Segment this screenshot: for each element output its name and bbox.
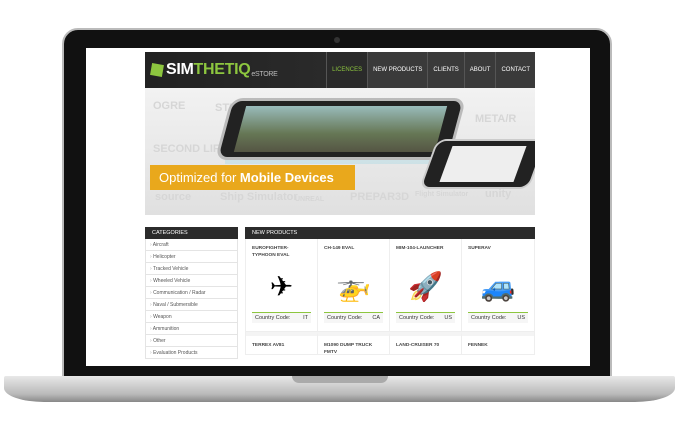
category-wheeled-vehicle[interactable]: Wheeled Vehicle xyxy=(145,275,238,287)
country-value: US xyxy=(444,315,452,321)
logo-sim: SIM xyxy=(166,61,194,78)
category-helicopter[interactable]: Helicopter xyxy=(145,251,238,263)
logo[interactable]: SIM THETIQ eSTORE xyxy=(145,52,326,88)
country-value: US xyxy=(517,315,525,321)
headline-bold: Mobile Devices xyxy=(239,170,334,185)
product-image: 🚁 xyxy=(336,270,371,302)
product-card[interactable]: M1090 DUMP TRUCK FMTV xyxy=(318,332,390,355)
product-card[interactable]: SUPERAV 🚙 Country Code: US xyxy=(462,239,534,331)
products-row: TERREX AV81 M1090 DUMP TRUCK FMTV LAND-CRU… xyxy=(245,332,535,355)
country-code: Country Code: US xyxy=(468,312,528,323)
country-label: Country Code: xyxy=(255,315,291,321)
country-label: Country Code: xyxy=(471,315,507,321)
category-communication-radar[interactable]: Communication / Radar xyxy=(145,287,238,299)
hero-banner[interactable]: OGRE STEEL META/R SECOND LIFE source Shi… xyxy=(145,88,535,215)
camera-icon xyxy=(334,37,340,43)
product-name: EUROFIGHTER-TYPHOON EVAL xyxy=(252,246,290,258)
country-value: CA xyxy=(372,315,380,321)
partner-logo: META/R xyxy=(475,113,517,125)
nav-licences[interactable]: LICENCES xyxy=(326,52,368,88)
product-name: FENNEK xyxy=(468,343,488,348)
nav-contact[interactable]: CONTACT xyxy=(495,52,535,88)
product-card[interactable]: FENNEK xyxy=(462,332,534,354)
products-row: EUROFIGHTER-TYPHOON EVAL ✈ Country Code: IT… xyxy=(245,239,535,332)
partner-logo: PREPAR3D xyxy=(350,191,410,203)
product-card[interactable]: TERREX AV81 xyxy=(246,332,318,354)
site-header: SIM THETIQ eSTORE LICENCES NEW PRODUCTS CL… xyxy=(145,52,535,88)
main-nav: LICENCES NEW PRODUCTS CLIENTS ABOUT CONT… xyxy=(326,52,535,88)
category-ammunition[interactable]: Ammunition xyxy=(145,323,238,335)
product-card[interactable]: CH-149 EVAL 🚁 Country Code: CA xyxy=(318,239,390,331)
product-name: CH-149 EVAL xyxy=(324,246,355,251)
phone-image xyxy=(418,139,535,189)
partner-logo: OGRE xyxy=(153,100,186,112)
category-naval[interactable]: Naval / Submersible xyxy=(145,299,238,311)
country-code: Country Code: IT xyxy=(252,312,311,323)
category-evaluation-products[interactable]: Evaluation Products xyxy=(145,347,238,359)
category-weapon[interactable]: Weapon xyxy=(145,311,238,323)
country-value: IT xyxy=(303,315,308,321)
headline-text: Optimized for xyxy=(159,170,240,185)
nav-clients[interactable]: CLIENTS xyxy=(427,52,464,88)
new-products-panel: NEW PRODUCTS EUROFIGHTER-TYPHOON EVAL ✈ Co… xyxy=(245,227,535,359)
nav-about[interactable]: ABOUT xyxy=(463,52,496,88)
category-tracked-vehicle[interactable]: Tracked Vehicle xyxy=(145,263,238,275)
product-card[interactable]: LAND-CRUISER 70 xyxy=(390,332,462,354)
product-image: ✈ xyxy=(269,270,294,302)
product-image: 🚙 xyxy=(480,270,516,302)
product-card[interactable]: MIM-104-LAUNCHER 🚀 Country Code: US xyxy=(390,239,462,331)
partner-logo: UNREAL xyxy=(295,196,325,203)
nav-new-products[interactable]: NEW PRODUCTS xyxy=(367,52,428,88)
banner-headline: Optimized for Mobile Devices xyxy=(150,165,355,190)
categories-title: CATEGORIES xyxy=(145,227,238,239)
website: SIM THETIQ eSTORE LICENCES NEW PRODUCTS CL… xyxy=(145,52,535,359)
category-aircraft[interactable]: Aircraft xyxy=(145,239,238,251)
product-name: LAND-CRUISER 70 xyxy=(396,343,440,348)
logo-thetiq: THETIQ xyxy=(193,61,251,78)
content: CATEGORIES Aircraft Helicopter Tracked V… xyxy=(145,227,535,359)
product-name: M1090 DUMP TRUCK FMTV xyxy=(324,343,373,355)
product-image: 🚀 xyxy=(408,270,443,302)
logo-estore: eSTORE xyxy=(251,71,278,78)
laptop-screen: SIM THETIQ eSTORE LICENCES NEW PRODUCTS CL… xyxy=(86,48,590,366)
tablet-image xyxy=(214,98,467,160)
country-code: Country Code: CA xyxy=(324,312,383,323)
categories-sidebar: CATEGORIES Aircraft Helicopter Tracked V… xyxy=(145,227,238,359)
partner-logo: source xyxy=(155,191,192,203)
country-code: Country Code: US xyxy=(396,312,455,323)
category-other[interactable]: Other xyxy=(145,335,238,347)
partner-logo: unity xyxy=(485,188,512,200)
product-name: MIM-104-LAUNCHER xyxy=(396,246,444,251)
logo-cube-icon xyxy=(150,63,164,77)
product-name: TERREX AV81 xyxy=(252,343,285,348)
partner-logo: Flight Simulator xyxy=(415,191,469,198)
partner-logo: SECOND LIFE xyxy=(153,143,227,155)
product-name: SUPERAV xyxy=(468,246,491,251)
country-label: Country Code: xyxy=(399,315,435,321)
country-label: Country Code: xyxy=(327,315,363,321)
new-products-title: NEW PRODUCTS xyxy=(245,227,535,239)
laptop-notch xyxy=(292,376,388,383)
partner-logo: Ship Simulator xyxy=(220,191,298,203)
product-card[interactable]: EUROFIGHTER-TYPHOON EVAL ✈ Country Code: IT xyxy=(246,239,318,331)
